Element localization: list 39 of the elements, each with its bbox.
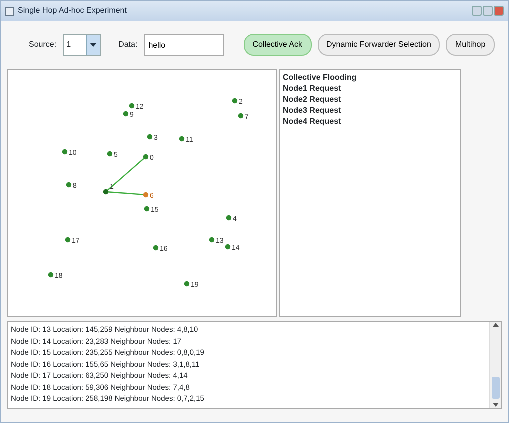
- node-dot[interactable]: [225, 244, 231, 250]
- node-dot[interactable]: [238, 113, 244, 119]
- node-dot[interactable]: [107, 151, 113, 157]
- node-dot[interactable]: [143, 192, 149, 198]
- message-item: Node3 Request: [283, 105, 342, 116]
- node-dot[interactable]: [62, 149, 68, 155]
- scrollbar-thumb[interactable]: [492, 377, 500, 399]
- node-dot[interactable]: [66, 182, 72, 188]
- node-dot[interactable]: [103, 189, 109, 195]
- node-dot[interactable]: [147, 134, 153, 140]
- mode-button[interactable]: Collective Ack: [244, 34, 312, 56]
- node-dot[interactable]: [226, 215, 232, 221]
- node-dot[interactable]: [232, 98, 238, 104]
- mode-button[interactable]: Dynamic Forwarder Selection: [318, 34, 440, 56]
- app-icon: [5, 6, 14, 16]
- node-dot[interactable]: [123, 111, 129, 117]
- node-dot[interactable]: [144, 206, 150, 212]
- message-item: Node2 Request: [283, 94, 342, 105]
- message-item: Collective Flooding: [283, 72, 358, 83]
- message-item: Node1 Request: [283, 83, 342, 94]
- node-dot[interactable]: [129, 103, 135, 109]
- mode-button[interactable]: Multihop: [446, 34, 495, 56]
- node-dot[interactable]: [209, 237, 215, 243]
- node-dot[interactable]: [65, 237, 71, 243]
- source-dropdown[interactable]: 1: [62, 34, 101, 56]
- node-dot[interactable]: [179, 136, 185, 142]
- window-title: Single Hop Ad-hoc Experiment: [18, 5, 127, 17]
- data-field[interactable]: hello: [144, 34, 224, 56]
- message-item: Node4 Request: [283, 116, 342, 127]
- source-label: Source:: [29, 39, 57, 51]
- scroll-down-icon[interactable]: [492, 403, 498, 408]
- data-label: Data:: [118, 39, 138, 51]
- node-dot[interactable]: [184, 281, 190, 287]
- close-button[interactable]: [494, 6, 504, 16]
- scroll-up-icon[interactable]: [492, 322, 498, 327]
- node-dot[interactable]: [48, 272, 54, 278]
- node-dot[interactable]: [143, 154, 149, 160]
- caret-icon: [90, 43, 97, 47]
- node-dot[interactable]: [153, 245, 159, 251]
